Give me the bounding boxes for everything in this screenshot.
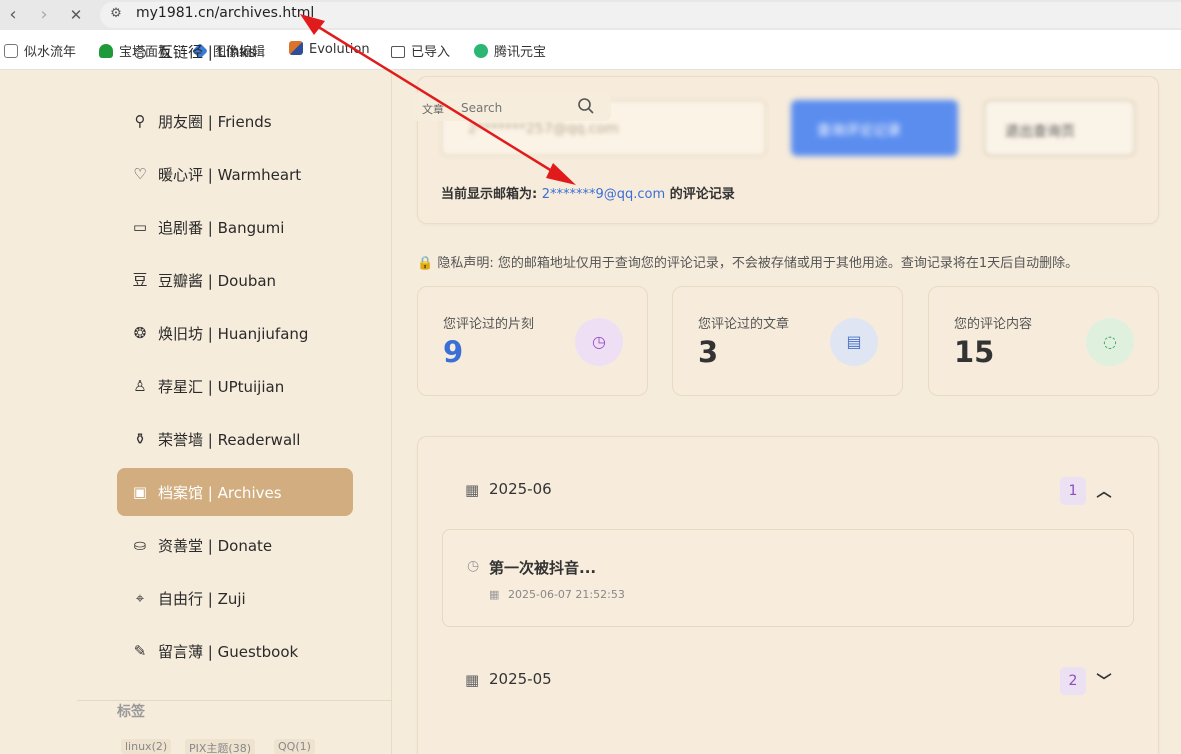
sidebar: ○ 互链径 | Links ⚲ 朋友圈 | Friends ♡ 暖心评 | Warm… (77, 45, 392, 754)
bookmark-item[interactable]: 似水流年 (4, 41, 76, 60)
clock-icon: ◷ (467, 558, 480, 574)
document-icon: ▤ (830, 318, 878, 366)
post-date: 2025-06-07 21:52:53 (508, 588, 625, 601)
tag-link[interactable]: QQ(1) (274, 739, 315, 754)
browser-toolbar: ‹ › ✕ ⚙ my1981.cn/archives.html (0, 0, 1181, 30)
current-email-line: 当前显示邮箱为: 2*******9@qq.com 的评论记录 (441, 187, 735, 202)
user-star-icon: ♙ (133, 377, 147, 395)
clock-icon: ◷ (575, 318, 623, 366)
search-label: 文章 (422, 103, 444, 116)
month-group-2025-06[interactable]: ▦ 2025-06 1 ︿ (465, 476, 1125, 506)
sidebar-item-uptuijian[interactable]: ♙ 荐星汇 | UPtuijian (117, 362, 353, 410)
chat-icon: ◌ (1086, 318, 1134, 366)
medal-icon: ⚱ (133, 430, 147, 448)
bookmark-icon (4, 44, 18, 58)
bookmark-item[interactable]: 腾讯元宝 (474, 41, 546, 60)
archive-icon: ▣ (132, 483, 148, 501)
sidebar-item-links[interactable]: ○ 互链径 | Links (117, 45, 353, 75)
tv-icon: ▭ (132, 218, 148, 236)
bookmark-item[interactable]: 已导入 (391, 41, 450, 60)
sidebar-item-bangumi[interactable]: ▭ 追剧番 | Bangumi (117, 203, 353, 251)
calendar-icon: ▦ (465, 671, 480, 689)
calendar-icon: ▦ (465, 481, 480, 499)
sidebar-item-friends[interactable]: ⚲ 朋友圈 | Friends (117, 97, 353, 145)
exit-query-button[interactable]: 退出查询页 (984, 100, 1135, 156)
lock-icon: 🔒 (417, 256, 434, 271)
post-title[interactable]: 第一次被抖音... (489, 557, 596, 578)
sidebar-item-readerwall[interactable]: ⚱ 荣誉墙 | Readerwall (117, 415, 353, 463)
sidebar-item-huanjiufang[interactable]: ❂ 焕旧坊 | Huanjiufang (117, 309, 353, 357)
sidebar-item-warmheart[interactable]: ♡ 暖心评 | Warmheart (117, 150, 353, 198)
bookmark-icon (474, 44, 488, 58)
post-item[interactable]: ◷ 第一次被抖音... ▦ 2025-06-07 21:52:53 (442, 529, 1134, 627)
bookmark-label: 已导入 (411, 45, 451, 60)
chevron-down-icon[interactable]: ﹀ (1092, 668, 1116, 694)
back-icon[interactable]: ‹ (3, 5, 23, 25)
stat-value: 9 (443, 335, 464, 369)
tags-heading: 标签 (117, 704, 145, 720)
stat-card-articles: 您评论过的文章 3 ▤ (672, 286, 903, 396)
count-badge: 2 (1060, 667, 1086, 695)
heart-icon: ♡ (133, 165, 147, 183)
recycle-icon: ❂ (133, 324, 147, 342)
stat-value: 15 (954, 335, 995, 369)
sidebar-item-douban[interactable]: 豆豆瓣酱 | Douban (117, 256, 353, 304)
current-email: 2*******9@qq.com (541, 187, 666, 202)
month-group-2025-05[interactable]: ▦ 2025-05 2 ﹀ (465, 666, 1125, 696)
map-icon: ⌖ (135, 589, 145, 607)
donate-icon: ⛀ (133, 536, 147, 554)
friends-icon: ⚲ (134, 112, 146, 130)
count-badge: 1 (1060, 477, 1086, 505)
stat-card-comments: 您的评论内容 15 ◌ (928, 286, 1159, 396)
search-icon[interactable] (577, 97, 597, 117)
link-icon: ○ (133, 45, 147, 61)
stop-loading-icon[interactable]: ✕ (66, 5, 86, 25)
query-comments-button[interactable]: 查询评论记录 (791, 100, 958, 156)
tag-link[interactable]: PIX主题(38) (185, 739, 255, 754)
site-info-icon[interactable]: ⚙ (108, 6, 124, 22)
sidebar-item-donate[interactable]: ⛀ 资善堂 | Donate (117, 521, 353, 569)
forward-icon[interactable]: › (34, 5, 54, 25)
douban-icon: 豆 (132, 271, 148, 289)
article-search: 文章 (411, 93, 611, 121)
chevron-up-icon[interactable]: ︿ (1092, 478, 1116, 504)
privacy-notice: 🔒 隐私声明: 您的邮箱地址仅用于查询您的评论记录，不会被存储或用于其他用途。查… (417, 256, 1079, 271)
search-input[interactable] (461, 99, 571, 117)
calendar-icon: ▦ (489, 588, 500, 601)
tag-link[interactable]: linux(2) (121, 739, 172, 754)
stat-card-moments: 您评论过的片刻 9 ◷ (417, 286, 648, 396)
bookmark-label: 似水流年 (24, 45, 77, 60)
guestbook-icon: ✎ (133, 642, 147, 660)
sidebar-item-archives[interactable]: ▣ 档案馆 | Archives (117, 468, 353, 516)
sidebar-item-zuji[interactable]: ⌖ 自由行 | Zuji (117, 574, 353, 622)
bookmark-icon (99, 44, 113, 58)
url-text[interactable]: my1981.cn/archives.html (136, 5, 314, 21)
stat-value: 3 (698, 335, 719, 369)
folder-icon (391, 46, 405, 58)
bookmark-label: 腾讯元宝 (494, 45, 547, 60)
sidebar-item-guestbook[interactable]: ✎ 留言薄 | Guestbook (117, 627, 353, 675)
